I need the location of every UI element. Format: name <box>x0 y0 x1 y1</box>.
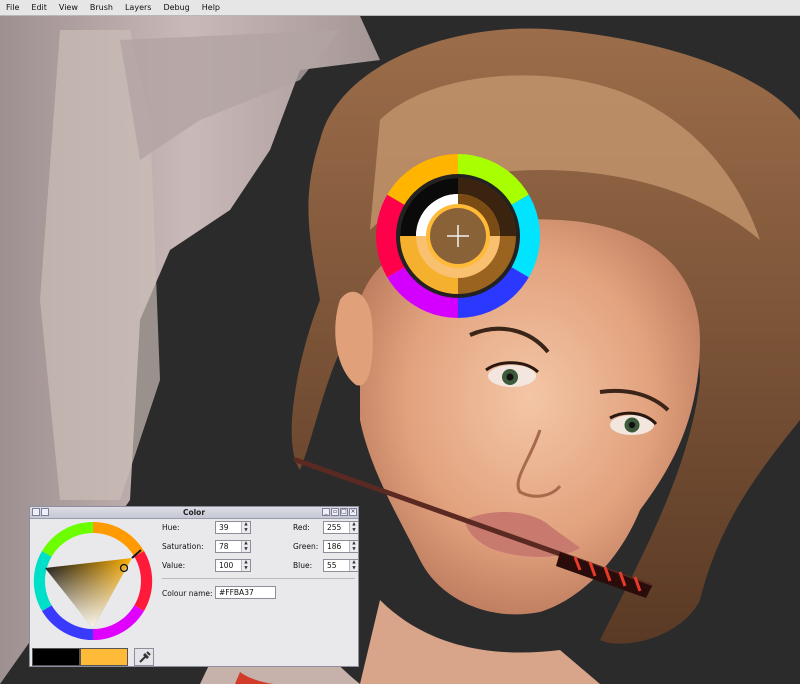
close-icon[interactable]: × <box>349 508 357 516</box>
menu-layers[interactable]: Layers <box>119 0 157 15</box>
colour-name-label: Colour name: <box>162 589 213 598</box>
menu-bar: File Edit View Brush Layers Debug Help <box>0 0 800 16</box>
minimize-icon[interactable]: _ <box>322 508 330 516</box>
blue-spinbox[interactable]: 55 ▲ ▼ <box>323 559 359 572</box>
green-value: 186 <box>327 542 342 551</box>
hue-label: Hue: <box>162 523 180 532</box>
green-spinbox[interactable]: 186 ▲ ▼ <box>323 540 359 553</box>
saturation-value: 78 <box>219 542 229 551</box>
previous-color-swatch[interactable] <box>32 648 80 666</box>
menu-edit[interactable]: Edit <box>25 0 53 15</box>
spin-arrows-icon[interactable]: ▲ ▼ <box>349 560 358 571</box>
color-ring-popup[interactable] <box>375 153 541 319</box>
restore-icon[interactable]: ▫ <box>331 508 339 516</box>
value-spinbox[interactable]: 100 ▲ ▼ <box>215 559 251 572</box>
hue-value: 39 <box>219 523 229 532</box>
value-label: Value: <box>162 561 186 570</box>
current-color-swatch[interactable] <box>80 648 128 666</box>
menu-file[interactable]: File <box>0 0 25 15</box>
value-value: 100 <box>219 561 234 570</box>
separator <box>162 578 355 579</box>
saturation-label: Saturation: <box>162 542 204 551</box>
spin-arrows-icon[interactable]: ▲ ▼ <box>241 522 250 533</box>
hsv-color-wheel[interactable] <box>33 520 153 642</box>
color-dialog: Color _ ▫ □ × Hue: 39 ▲ ▼ Saturation: 78… <box>29 506 359 667</box>
menu-brush[interactable]: Brush <box>84 0 119 15</box>
spin-arrows-icon[interactable]: ▲ ▼ <box>349 541 358 552</box>
blue-value: 55 <box>327 561 337 570</box>
menu-debug[interactable]: Debug <box>157 0 195 15</box>
hue-spinbox[interactable]: 39 ▲ ▼ <box>215 521 251 534</box>
spin-arrows-icon[interactable]: ▲ ▼ <box>241 560 250 571</box>
maximize-icon[interactable]: □ <box>340 508 348 516</box>
spin-arrows-icon[interactable]: ▲ ▼ <box>241 541 250 552</box>
green-label: Green: <box>293 542 319 551</box>
red-label: Red: <box>293 523 310 532</box>
red-value: 255 <box>327 523 342 532</box>
eyedropper-button[interactable] <box>134 648 154 666</box>
menu-help[interactable]: Help <box>196 0 226 15</box>
blue-label: Blue: <box>293 561 313 570</box>
red-spinbox[interactable]: 255 ▲ ▼ <box>323 521 359 534</box>
eyedropper-icon <box>139 651 151 663</box>
menu-view[interactable]: View <box>53 0 84 15</box>
saturation-spinbox[interactable]: 78 ▲ ▼ <box>215 540 251 553</box>
dialog-title: Color <box>182 508 206 517</box>
dialog-titlebar[interactable]: Color _ ▫ □ × <box>30 507 358 519</box>
colour-name-field[interactable]: #FFBA37 <box>215 586 276 599</box>
spin-arrows-icon[interactable]: ▲ ▼ <box>349 522 358 533</box>
